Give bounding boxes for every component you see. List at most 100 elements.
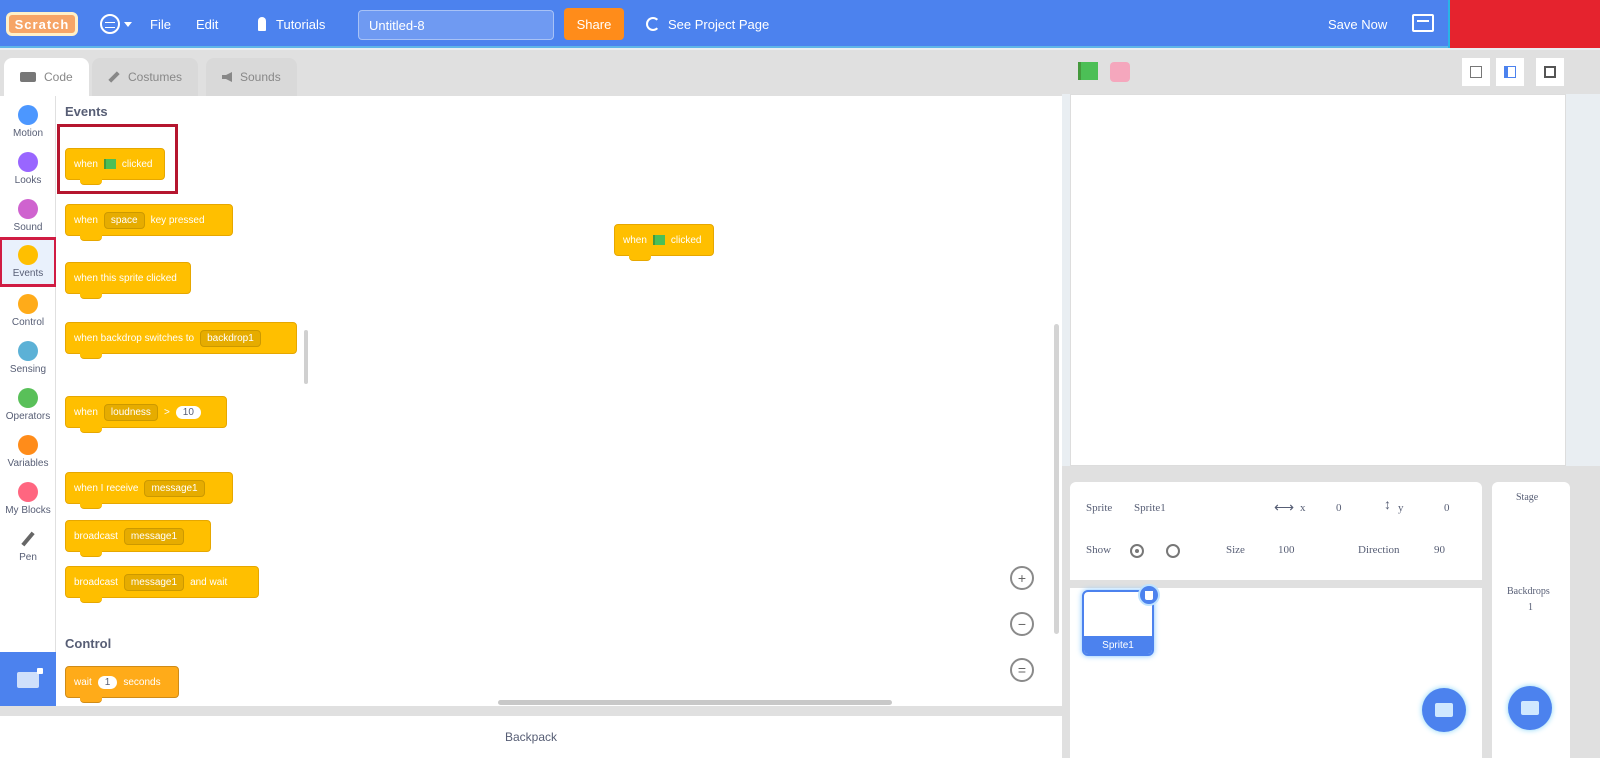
scratch-logo[interactable]: Scratch <box>6 12 78 36</box>
palette-scrollbar[interactable] <box>304 330 308 384</box>
cat-icon <box>1435 703 1453 717</box>
category-label: Pen <box>19 552 37 563</box>
block-text: wait <box>74 676 92 688</box>
backdrops-count: 1 <box>1528 602 1533 613</box>
edit-menu[interactable]: Edit <box>196 0 218 48</box>
small-stage-button[interactable] <box>1462 58 1490 86</box>
account-menu[interactable] <box>1448 0 1600 48</box>
category-control[interactable]: Control <box>0 291 56 337</box>
category-label: Sensing <box>9 364 47 375</box>
when-sprite-clicked-block[interactable]: when this sprite clicked <box>65 251 191 299</box>
sensor-dropdown[interactable]: loudness <box>103 403 158 421</box>
add-backdrop-button[interactable] <box>1508 686 1552 730</box>
category-my-blocks[interactable]: My Blocks <box>0 479 56 525</box>
green-flag-button[interactable] <box>1078 62 1098 80</box>
category-variables[interactable]: Variables <box>0 432 56 478</box>
category-sensing[interactable]: Sensing <box>0 338 56 384</box>
backpack-header[interactable]: Backpack <box>0 716 1062 758</box>
tutorials-label: Tutorials <box>276 16 326 32</box>
message-dropdown[interactable]: message1 <box>144 479 205 497</box>
size-field[interactable]: 100 <box>1278 544 1295 556</box>
script-vertical-scrollbar[interactable] <box>1054 324 1059 634</box>
when-key-pressed-block[interactable]: when space key pressed <box>65 193 233 241</box>
extension-icon <box>17 668 43 688</box>
category-looks[interactable]: Looks <box>0 149 56 195</box>
category-operators[interactable]: Operators <box>0 385 56 431</box>
script-when-flag-clicked-block[interactable]: when clicked <box>614 213 714 261</box>
threshold-input[interactable]: 10 <box>175 405 201 419</box>
project-title-input[interactable] <box>358 10 554 40</box>
when-backdrop-switches-block[interactable]: when backdrop switches to backdrop1 <box>65 311 297 359</box>
category-label: Motion <box>12 128 43 139</box>
see-project-page-button[interactable]: See Project Page <box>646 0 769 48</box>
stage-canvas[interactable] <box>1070 94 1566 466</box>
x-field[interactable]: 0 <box>1336 502 1342 514</box>
zoom-in-button[interactable]: + <box>1010 566 1034 590</box>
stop-button[interactable] <box>1110 62 1130 82</box>
block-text: when I receive <box>74 482 139 494</box>
tab-sounds-label: Sounds <box>240 70 281 84</box>
block-text: when this sprite clicked <box>74 272 177 284</box>
y-field[interactable]: 0 <box>1444 502 1450 514</box>
script-area[interactable]: when clicked <box>310 96 1062 706</box>
code-icon <box>20 72 36 82</box>
category-sound[interactable]: Sound <box>0 196 56 242</box>
motion-dot-icon <box>18 105 38 125</box>
when-i-receive-block[interactable]: when I receive message1 <box>65 461 233 509</box>
category-events[interactable]: Events <box>0 237 57 287</box>
save-now-button[interactable]: Save Now <box>1328 0 1387 48</box>
add-sprite-button[interactable] <box>1422 688 1466 732</box>
zoom-out-button[interactable]: − <box>1010 612 1034 636</box>
share-button[interactable]: Share <box>564 8 624 40</box>
tab-code[interactable]: Code <box>4 58 89 96</box>
wait-seconds-block[interactable]: wait 1 seconds <box>65 666 179 703</box>
category-menu: Motion Looks Sound Events Control Sensin… <box>0 96 57 652</box>
green-flag-icon <box>652 235 665 245</box>
category-motion[interactable]: Motion <box>0 102 56 148</box>
size-label: Size <box>1226 544 1245 556</box>
tab-sounds[interactable]: Sounds <box>206 58 297 96</box>
my-blocks-dot-icon <box>18 482 38 502</box>
globe-icon[interactable] <box>100 14 120 34</box>
x-arrows-icon: ⟷ <box>1274 501 1295 516</box>
sprite-name-field[interactable]: Sprite1 <box>1134 502 1166 514</box>
events-dot-icon <box>18 245 38 265</box>
file-menu[interactable]: File <box>150 0 171 48</box>
zoom-reset-button[interactable]: = <box>1010 658 1034 682</box>
category-label: Operators <box>5 411 51 422</box>
events-section-title: Events <box>65 104 108 119</box>
folder-icon[interactable] <box>1412 14 1434 32</box>
lightbulb-icon <box>258 17 266 31</box>
backdrop-dropdown[interactable]: backdrop1 <box>200 329 261 347</box>
add-extension-button[interactable] <box>0 652 56 708</box>
fullscreen-icon <box>1544 66 1556 78</box>
highlight-annotation <box>57 124 178 194</box>
when-greater-than-block[interactable]: when loudness > 10 <box>65 385 227 433</box>
block-text: > <box>163 406 170 418</box>
script-horizontal-scrollbar[interactable] <box>498 700 892 705</box>
category-label: My Blocks <box>5 505 51 516</box>
block-text: seconds <box>123 676 161 688</box>
tab-costumes[interactable]: Costumes <box>92 58 199 96</box>
category-pen[interactable]: Pen <box>0 526 56 572</box>
show-visible-icon[interactable] <box>1130 544 1144 558</box>
x-label: x <box>1300 502 1306 514</box>
editor-tabs: Code Costumes Sounds <box>0 50 1062 96</box>
brush-icon <box>108 71 120 83</box>
speaker-icon <box>222 72 232 82</box>
block-text: key pressed <box>150 214 205 226</box>
key-dropdown[interactable]: space <box>103 211 145 229</box>
broadcast-and-wait-block[interactable]: broadcast message1 and wait <box>65 566 259 603</box>
message-dropdown[interactable]: message1 <box>123 573 185 591</box>
large-stage-button[interactable] <box>1496 58 1524 86</box>
broadcast-block[interactable]: broadcast message1 <box>65 520 211 557</box>
y-arrows-icon: ↕ <box>1384 498 1391 513</box>
show-hidden-icon[interactable] <box>1166 544 1180 558</box>
delete-sprite-button[interactable] <box>1138 584 1160 606</box>
tutorials-button[interactable]: Tutorials <box>258 0 325 48</box>
direction-field[interactable]: 90 <box>1434 544 1445 556</box>
seconds-input[interactable]: 1 <box>97 675 118 689</box>
message-dropdown[interactable]: message1 <box>123 527 185 545</box>
looks-dot-icon <box>18 152 38 172</box>
fullscreen-button[interactable] <box>1536 58 1564 86</box>
